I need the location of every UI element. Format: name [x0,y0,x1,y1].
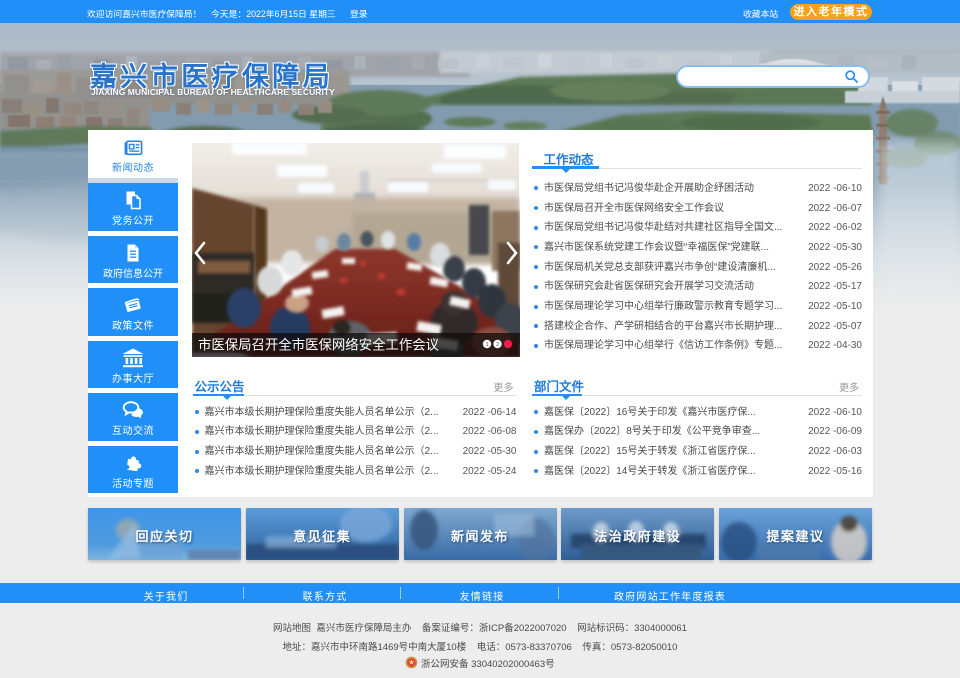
svg-text:2: 2 [496,342,499,348]
svg-text:市医保局召开全市医保网络安全工作会议: 市医保局召开全市医保网络安全工作会议 [198,337,440,353]
svg-text:1: 1 [486,342,489,348]
